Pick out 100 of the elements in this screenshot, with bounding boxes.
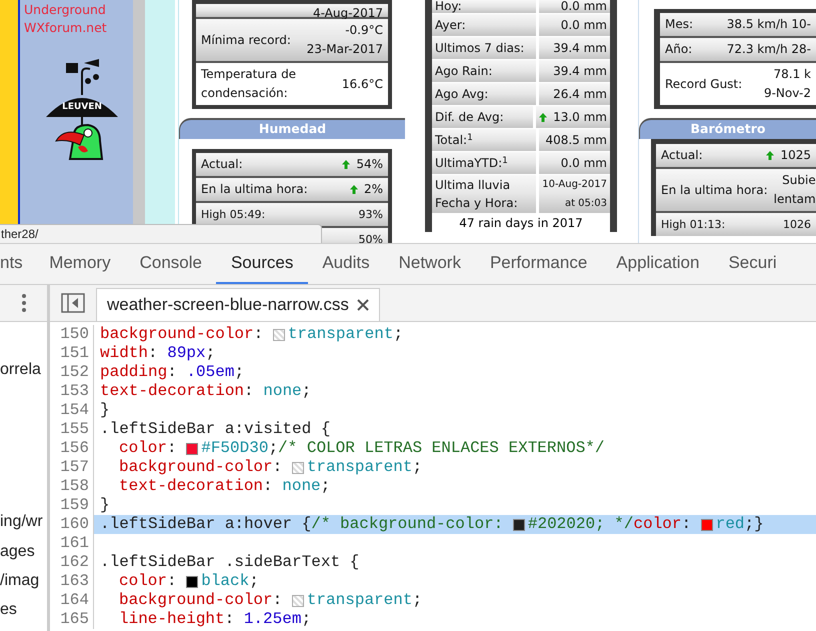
css-punctuation: : — [224, 610, 236, 629]
transparent-swatch[interactable] — [292, 462, 304, 474]
up-arrow-icon — [342, 160, 350, 169]
stat-label: High 05:49: — [201, 206, 266, 223]
stat-value: 4-Aug-2017 — [312, 5, 383, 22]
stat-label: En la ultima hora: — [661, 182, 768, 198]
stat-value: 54% — [356, 156, 383, 173]
stat-value: 1025 — [780, 147, 811, 164]
color-swatch[interactable] — [186, 442, 198, 454]
section-header: Humedad — [179, 118, 405, 139]
css-property: text-decoration — [100, 382, 244, 401]
css-comment: /* background-color: — [311, 515, 504, 534]
css-punctuation: ; — [206, 344, 216, 363]
css-property: color — [119, 439, 168, 458]
css-punctuation: : — [263, 477, 274, 496]
color-swatch[interactable] — [512, 518, 525, 530]
css-number: 89px — [167, 344, 206, 363]
css-number: .05em — [186, 363, 234, 382]
stat-value: 13.0 mm — [553, 108, 607, 126]
up-arrow-icon — [766, 151, 774, 160]
navigator-item[interactable]: ing/wr — [0, 512, 47, 532]
css-value: none — [263, 382, 302, 401]
stat-label: Mes: — [665, 16, 694, 33]
navigator-item[interactable]: ages — [0, 542, 47, 562]
devtools-tab[interactable]: Securi — [714, 244, 792, 284]
stat-value: 16.6°C — [342, 76, 383, 92]
stat-value: 10-Aug-2017 — [542, 178, 607, 192]
css-punctuation: ; — [268, 439, 278, 458]
stat-label: Hoy: — [435, 0, 462, 13]
css-selector: .leftSideBar a:visited { — [100, 420, 330, 439]
stat-value: 1026 — [783, 217, 811, 233]
css-value: none — [282, 477, 321, 496]
stat-value: 93% — [358, 206, 383, 223]
css-comment: #202020; */ — [528, 515, 634, 534]
navigator-toggle-icon[interactable] — [61, 293, 85, 313]
close-icon[interactable] — [356, 299, 369, 311]
stat-value: 0.0 mm — [560, 16, 607, 34]
css-punctuation: } — [100, 401, 110, 420]
stat-label: Mínima record: — [201, 32, 291, 48]
css-property: background-color — [100, 325, 254, 344]
stat-label: Total:$^{1}$ — [435, 132, 473, 149]
css-value: transparent — [306, 591, 412, 610]
devtools-tab[interactable]: Application — [602, 244, 714, 284]
up-arrow-icon — [350, 184, 358, 194]
stat-value: 23-Mar-2017 — [306, 41, 383, 58]
css-punctuation: } — [100, 496, 110, 515]
navigator-item[interactable]: orrela — [0, 360, 47, 380]
section-header: Barómetro — [639, 118, 816, 139]
stat-label: Ayer: — [435, 17, 466, 34]
stat-value: 0.0 mm — [560, 154, 607, 172]
stat-value: -0.9°C — [345, 22, 383, 39]
more-options-icon[interactable] — [22, 294, 26, 312]
up-arrow-icon — [539, 112, 548, 122]
css-comment: /* COLOR LETRAS ENLACES EXTERNOS*/ — [278, 439, 604, 458]
stat-label: UltimaYTD:$^{1}$ — [435, 154, 508, 172]
css-punctuation: : — [682, 515, 692, 534]
devtools-tab[interactable]: nts — [0, 244, 35, 284]
css-punctuation: ; — [234, 363, 244, 382]
transparent-swatch[interactable] — [292, 594, 304, 606]
devtools-tab[interactable]: Audits — [308, 244, 384, 284]
css-punctuation: : — [167, 363, 178, 382]
devtools-tab[interactable]: Network — [384, 244, 476, 284]
navigator-item[interactable]: /imag — [0, 571, 47, 591]
css-punctuation: : — [254, 325, 264, 344]
file-tab[interactable]: weather-screen-blue-narrow.css — [96, 288, 380, 321]
stat-label: Ultimos 7 dias: — [435, 40, 524, 57]
css-value: red — [716, 515, 745, 534]
stat-value: 408.5 mm — [545, 132, 607, 148]
css-property: background-color — [119, 458, 273, 477]
stat-value: 9-Nov-2 — [764, 85, 811, 102]
css-punctuation: : — [272, 591, 284, 610]
stat-label: Temperatura de condensación: — [201, 66, 298, 102]
css-property: background-color — [119, 591, 273, 610]
css-property: color — [119, 572, 168, 591]
stat-label: Ultima lluvia Fecha y Hora: — [435, 177, 519, 212]
devtools-tab[interactable]: Memory — [34, 244, 126, 284]
css-punctuation: : — [244, 382, 255, 401]
css-property: line-height — [119, 610, 225, 629]
devtools-tab[interactable]: Console — [125, 244, 216, 284]
color-swatch[interactable] — [700, 518, 713, 530]
stat-label: Dif. de Avg: — [435, 109, 504, 126]
css-punctuation: : — [167, 572, 178, 591]
css-selector: .leftSideBar .sideBarText { — [100, 553, 360, 572]
css-property: text-decoration — [119, 477, 264, 496]
devtools-tab[interactable]: Performance — [475, 244, 602, 284]
color-swatch[interactable] — [186, 576, 198, 588]
css-punctuation: : — [148, 344, 159, 363]
logo-text: LEUVEN — [62, 102, 102, 112]
css-punctuation: : — [167, 439, 178, 458]
css-property: color — [634, 515, 682, 534]
css-selector: .leftSideBar a:hover { — [100, 515, 312, 534]
css-value: transparent — [288, 325, 394, 344]
css-property: padding — [100, 363, 168, 382]
navigator-item[interactable]: es — [0, 600, 47, 620]
status-url-bubble: ther28/ — [0, 224, 322, 243]
stat-value: 72.3 km/h 28- — [726, 41, 811, 58]
transparent-swatch[interactable] — [272, 328, 285, 340]
stat-value: 2% — [364, 180, 383, 198]
stat-value: 39.4 mm — [553, 40, 607, 56]
css-punctuation: ; — [412, 458, 422, 477]
